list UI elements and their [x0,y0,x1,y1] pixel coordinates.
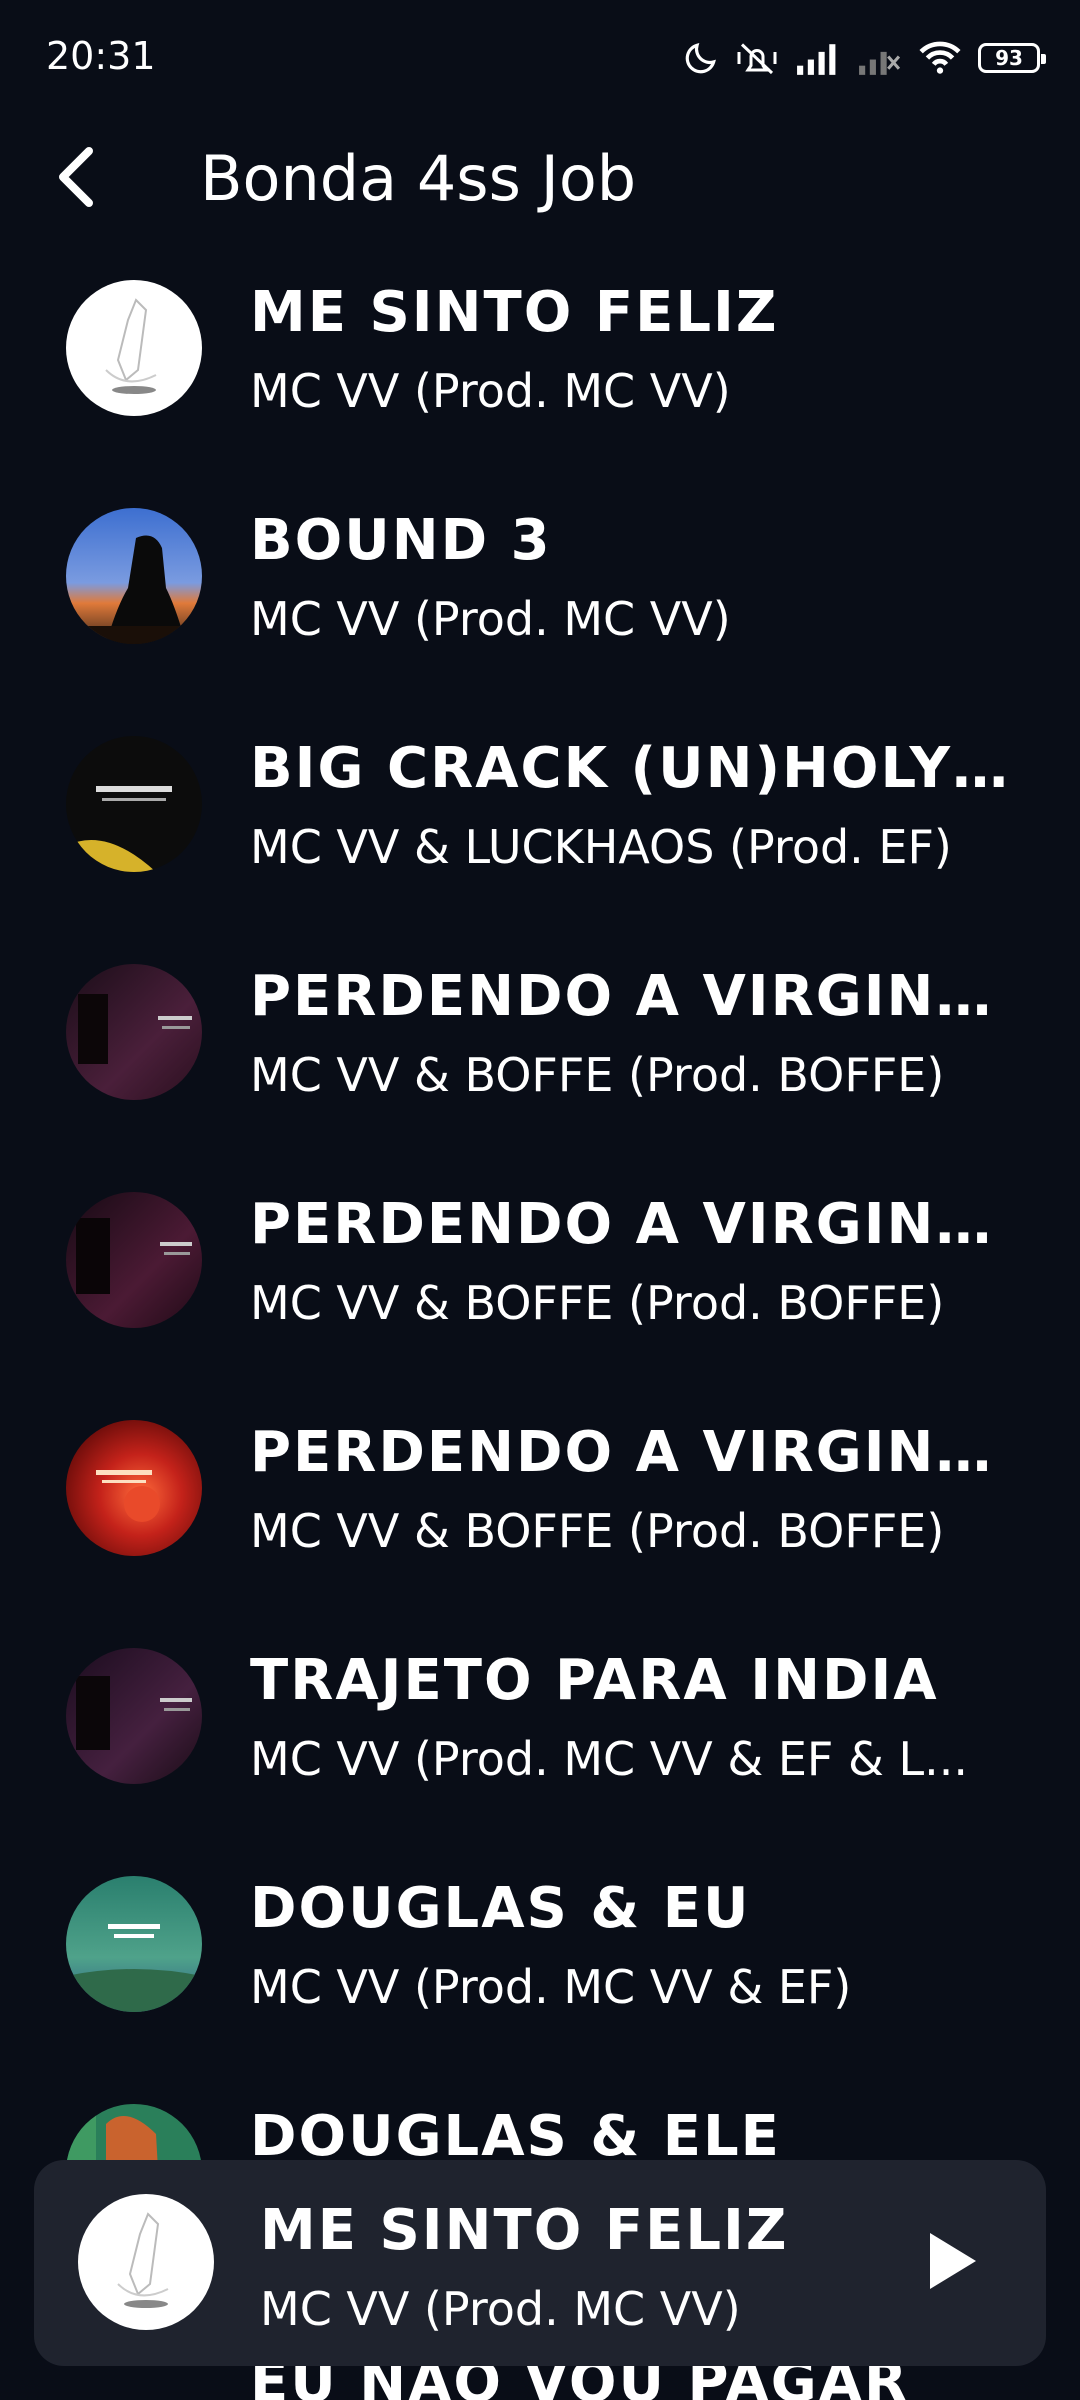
moon-icon [682,39,720,77]
mini-player[interactable]: ME SINTO FELIZ MC VV (Prod. MC VV) [34,2160,1046,2366]
track-row[interactable]: BOUND 3 MC VV (Prod. MC VV) [0,486,1080,714]
battery-level: 93 [995,46,1023,70]
track-cover [66,1192,202,1328]
track-row[interactable]: TRAJETO PARA INDIA MC VV (Prod. MC VV & … [0,1626,1080,1854]
play-icon [924,2229,980,2298]
track-title: DOUGLAS & EU [250,1876,751,1941]
signal-icon [794,41,840,75]
track-title: PERDENDO A VIRGINDA... [250,1192,1010,1257]
now-playing-artist: MC VV (Prod. MC VV) [260,2282,741,2336]
app-screen: 20:31 93 Bonda 4ss Job ME SINTO FELIZ MC… [0,0,1080,2400]
page-title: Bonda 4ss Job [200,142,637,215]
status-time: 20:31 [46,34,156,78]
track-title: PERDENDO A VIRGINDA... [250,964,1010,1029]
track-cover [66,1420,202,1556]
track-artist: MC VV & BOFFE (Prod. BOFFE) [250,1276,945,1330]
track-cover [66,508,202,644]
track-artist: MC VV (Prod. MC VV & EF & L... [250,1732,968,1786]
track-cover [66,280,202,416]
now-playing-title: ME SINTO FELIZ [260,2198,789,2263]
track-cover [66,736,202,872]
track-artist: MC VV (Prod. MC VV & EF) [250,1960,852,2014]
track-row[interactable]: PERDENDO A VIRGINDA... MC VV & BOFFE (Pr… [0,1170,1080,1398]
track-cover [66,1876,202,2012]
track-row[interactable]: DOUGLAS & EU MC VV (Prod. MC VV & EF) [0,1854,1080,2082]
battery-icon: 93 [978,43,1046,73]
track-title: BIG CRACK (UN)HOLY R... [250,736,1010,801]
play-button[interactable] [902,2213,1002,2313]
status-bar: 20:31 93 [0,0,1080,120]
track-list: ME SINTO FELIZ MC VV (Prod. MC VV) BOUND… [0,258,1080,2310]
back-button[interactable] [30,134,120,224]
mute-vibrate-icon [736,39,778,77]
track-row[interactable]: BIG CRACK (UN)HOLY R... MC VV & LUCKHAOS… [0,714,1080,942]
track-title: ME SINTO FELIZ [250,280,779,345]
app-header: Bonda 4ss Job [0,120,1080,240]
track-row[interactable]: PERDENDO A VIRGINDA... MC VV & BOFFE (Pr… [0,1398,1080,1626]
wifi-icon [918,40,962,76]
status-icons: 93 [682,34,1046,82]
track-title: BOUND 3 [250,508,552,573]
track-artist: MC VV & BOFFE (Prod. BOFFE) [250,1048,945,1102]
track-title: TRAJETO PARA INDIA [250,1648,939,1713]
chevron-left-icon [53,145,97,214]
track-cover [66,1648,202,1784]
track-artist: MC VV & BOFFE (Prod. BOFFE) [250,1504,945,1558]
track-title: PERDENDO A VIRGINDA... [250,1420,1010,1485]
track-artist: MC VV (Prod. MC VV) [250,364,731,418]
track-artist: MC VV & LUCKHAOS (Prod. EF) [250,820,952,874]
track-row[interactable]: PERDENDO A VIRGINDA... MC VV & BOFFE (Pr… [0,942,1080,1170]
signal-off-icon [856,41,902,75]
track-artist: MC VV (Prod. MC VV) [250,592,731,646]
track-cover [66,964,202,1100]
track-row[interactable]: ME SINTO FELIZ MC VV (Prod. MC VV) [0,258,1080,486]
now-playing-cover [78,2194,214,2330]
